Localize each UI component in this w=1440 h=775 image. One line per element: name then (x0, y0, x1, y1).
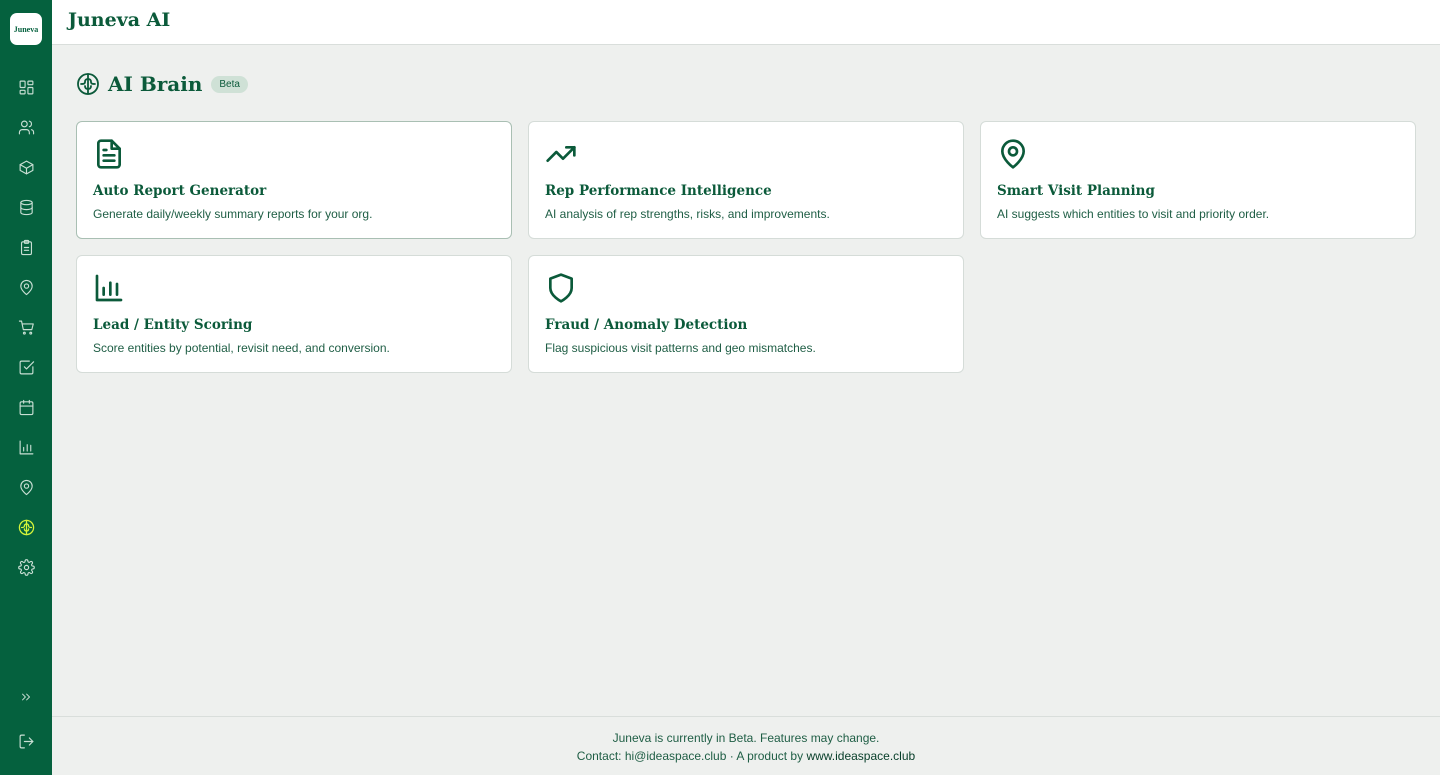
sidebar-item-reports[interactable] (14, 435, 38, 459)
card-description: Score entities by potential, revisit nee… (93, 341, 390, 355)
document-icon (97, 139, 121, 169)
sidebar-item-orders[interactable] (14, 315, 38, 339)
sidebar-item-database[interactable] (14, 195, 38, 219)
page-title: AI Brain (108, 72, 203, 96)
app-logo[interactable]: Juneva (10, 13, 42, 45)
sidebar-item-calendar[interactable] (14, 395, 38, 419)
checkbox-icon (19, 360, 34, 374)
trending-up-icon (546, 146, 576, 162)
footer-beta-notice: Juneva is currently in Beta. Features ma… (612, 731, 880, 745)
card-title: Rep Performance Intelligence (545, 183, 772, 199)
top-bar: Juneva AI (52, 0, 1440, 45)
footer-contact: Contact: hi@ideaspace.club · A product b… (52, 749, 1440, 763)
sidebar-item-dashboard[interactable] (14, 75, 38, 99)
sidebar-item-products[interactable] (14, 155, 38, 179)
sidebar-item-users[interactable] (14, 115, 38, 139)
card-fraud-anomaly-detection[interactable]: Fraud / Anomaly Detection Flag suspiciou… (528, 255, 964, 373)
card-description: AI suggests which entities to visit and … (997, 207, 1270, 221)
card-title: Smart Visit Planning (997, 183, 1155, 199)
cart-icon (18, 320, 34, 335)
page-header: AI Brain Beta (76, 71, 248, 97)
settings-icon (17, 558, 35, 576)
sidebar-item-ai-brain[interactable] (14, 515, 38, 539)
sidebar-expand-button[interactable] (14, 685, 38, 709)
card-rep-performance-intelligence[interactable]: Rep Performance Intelligence AI analysis… (528, 121, 964, 239)
sidebar-item-settings[interactable] (14, 555, 38, 579)
ideaspace-link[interactable]: www.ideaspace.club (806, 749, 915, 763)
app-title: Juneva AI (68, 9, 171, 31)
location-icon (19, 479, 33, 495)
card-description: Generate daily/weekly summary reports fo… (93, 207, 373, 221)
card-title: Auto Report Generator (93, 183, 267, 199)
card-description: Flag suspicious visit patterns and geo m… (545, 341, 816, 355)
clipboard-icon (20, 239, 32, 255)
box-icon (19, 160, 33, 174)
database-icon (19, 199, 33, 215)
footer-contact-text: Contact: hi@ideaspace.club · A product b… (576, 749, 807, 763)
card-smart-visit-planning[interactable]: Smart Visit Planning AI suggests which e… (980, 121, 1416, 239)
footer: Juneva is currently in Beta. Features ma… (52, 716, 1440, 775)
dashboard-icon (19, 80, 33, 94)
sidebar: Juneva (0, 0, 52, 775)
sidebar-item-places[interactable] (14, 275, 38, 299)
sidebar-item-tasks[interactable] (14, 235, 38, 259)
brain-icon (77, 73, 99, 95)
brain-icon (18, 519, 34, 535)
logout-button[interactable] (14, 729, 38, 753)
card-auto-report-generator[interactable]: Auto Report Generator Generate daily/wee… (76, 121, 512, 239)
card-title: Lead / Entity Scoring (93, 317, 253, 333)
card-title: Fraud / Anomaly Detection (545, 317, 748, 333)
sidebar-item-locations[interactable] (14, 475, 38, 499)
map-pin-icon (1001, 139, 1025, 169)
beta-badge: Beta (211, 75, 248, 93)
sidebar-item-approvals[interactable] (14, 355, 38, 379)
calendar-icon (19, 399, 33, 415)
bar-chart-icon (19, 440, 33, 454)
shield-icon (549, 273, 573, 303)
users-icon (18, 120, 34, 134)
card-description: AI analysis of rep strengths, risks, and… (545, 207, 830, 221)
map-pin-icon (19, 279, 33, 295)
bar-chart-icon (95, 274, 123, 302)
logout-icon (19, 734, 33, 748)
chevrons-right-icon (22, 693, 30, 701)
card-lead-entity-scoring[interactable]: Lead / Entity Scoring Score entities by … (76, 255, 512, 373)
